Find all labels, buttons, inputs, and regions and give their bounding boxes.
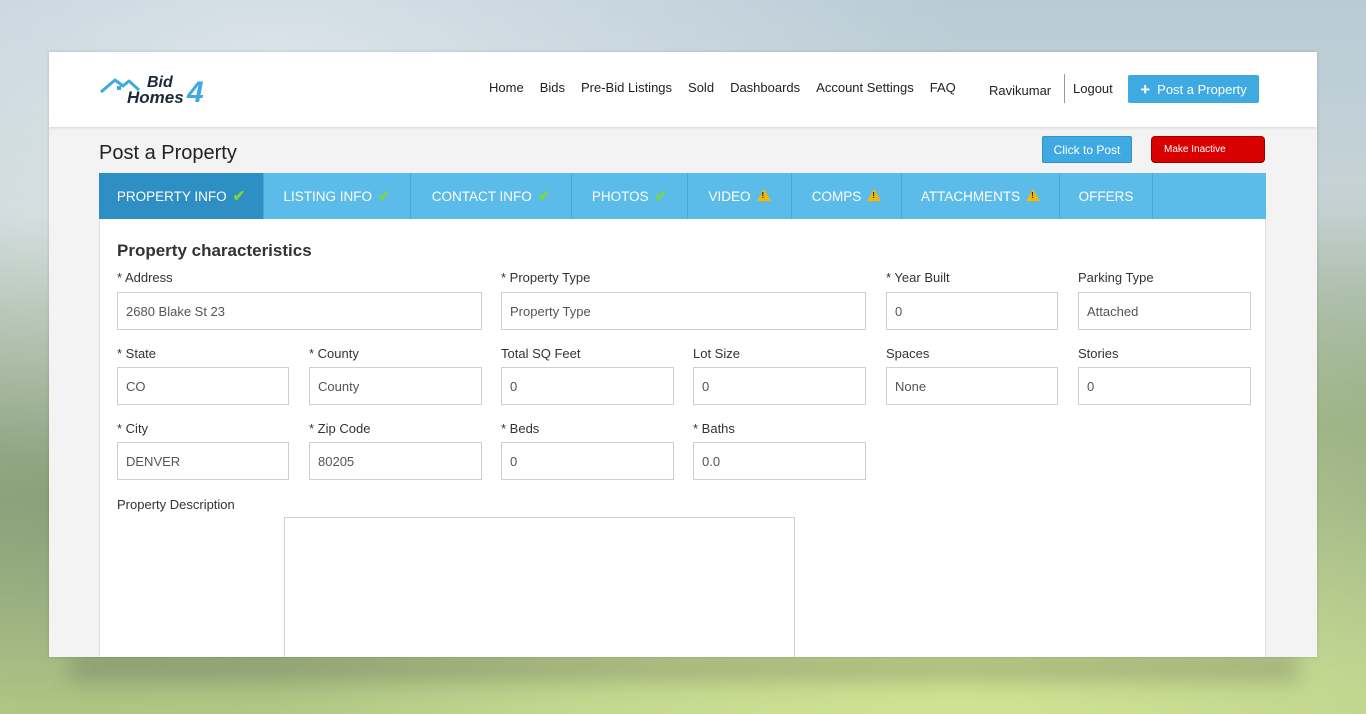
- stories-label: Stories: [1078, 346, 1119, 361]
- username[interactable]: Ravikumar: [989, 83, 1051, 98]
- tab-label: LISTING INFO: [283, 188, 372, 204]
- tab-contact-info[interactable]: CONTACT INFO ✔: [411, 173, 572, 219]
- spaces-label: Spaces: [886, 346, 930, 361]
- logout-link[interactable]: Logout: [1073, 81, 1113, 96]
- parking-type-label: Parking Type: [1078, 270, 1154, 285]
- year-built-label: * Year Built: [886, 270, 950, 285]
- state-label: * State: [117, 346, 157, 361]
- zip-code-label: * Zip Code: [309, 421, 371, 436]
- address-input[interactable]: [117, 292, 482, 330]
- nav-sold[interactable]: Sold: [688, 80, 714, 95]
- county-label: * County: [309, 346, 359, 361]
- tab-label: COMPS: [811, 188, 862, 204]
- zip-code-input[interactable]: [309, 442, 482, 480]
- check-icon: ✔: [654, 188, 668, 205]
- app-window: Bid Homes 4 Home Bids Pre-Bid Listings S…: [49, 52, 1317, 657]
- tab-label: PHOTOS: [591, 188, 649, 204]
- property-tabs: PROPERTY INFO ✔ LISTING INFO ✔ CONTACT I…: [99, 173, 1266, 219]
- tab-comps[interactable]: COMPS: [792, 173, 902, 219]
- tab-listing-info[interactable]: LISTING INFO ✔: [264, 173, 411, 219]
- lot-size-label: Lot Size: [693, 346, 740, 361]
- nav-account-settings[interactable]: Account Settings: [816, 80, 914, 95]
- nav-dashboards[interactable]: Dashboards: [730, 80, 800, 95]
- tab-attachments[interactable]: ATTACHMENTS: [902, 173, 1060, 219]
- city-input[interactable]: [117, 442, 289, 480]
- post-property-label: Post a Property: [1157, 81, 1247, 97]
- tab-offers[interactable]: OFFERS: [1060, 173, 1153, 219]
- city-label: * City: [117, 421, 149, 436]
- beds-input[interactable]: [501, 442, 674, 480]
- beds-label: * Beds: [501, 421, 540, 436]
- warning-icon: [1026, 189, 1041, 201]
- year-built-input[interactable]: [886, 292, 1058, 330]
- page-title: Post a Property: [99, 142, 237, 164]
- section-title: Property characteristics: [117, 241, 312, 260]
- bid4homes-logo[interactable]: Bid Homes 4: [99, 72, 209, 109]
- tab-label: CONTACT INFO: [431, 188, 532, 204]
- warning-icon: [756, 189, 771, 201]
- make-inactive-button[interactable]: Make Inactive: [1151, 136, 1265, 163]
- top-navbar: Bid Homes 4 Home Bids Pre-Bid Listings S…: [49, 52, 1317, 127]
- property-type-label: * Property Type: [501, 270, 591, 285]
- check-icon: ✔: [537, 188, 551, 205]
- tab-property-info[interactable]: PROPERTY INFO ✔: [99, 173, 264, 219]
- tab-photos[interactable]: PHOTOS ✔: [572, 173, 688, 219]
- tab-label: OFFERS: [1078, 188, 1134, 204]
- nav-home[interactable]: Home: [489, 80, 524, 95]
- svg-text:Homes: Homes: [127, 88, 184, 107]
- property-description-label: Property Description: [117, 497, 235, 512]
- spaces-input[interactable]: [886, 367, 1058, 405]
- tab-label: VIDEO: [708, 188, 751, 204]
- nav-pre-bid-listings[interactable]: Pre-Bid Listings: [581, 80, 672, 95]
- tab-video[interactable]: VIDEO: [688, 173, 792, 219]
- stories-input[interactable]: [1078, 367, 1251, 405]
- nav-bids[interactable]: Bids: [540, 80, 565, 95]
- address-label: * Address: [117, 270, 173, 285]
- warning-icon: [867, 189, 882, 201]
- click-to-post-button[interactable]: Click to Post: [1042, 136, 1132, 163]
- check-icon: ✔: [377, 188, 391, 205]
- total-sq-feet-input[interactable]: [501, 367, 674, 405]
- plus-icon: +: [1140, 79, 1151, 99]
- check-icon: ✔: [232, 188, 246, 205]
- lot-size-input[interactable]: [693, 367, 866, 405]
- baths-input[interactable]: [693, 442, 866, 480]
- total-sq-feet-label: Total SQ Feet: [501, 346, 581, 361]
- nav-divider: [1064, 74, 1065, 103]
- parking-type-input[interactable]: [1078, 292, 1251, 330]
- nav-faq[interactable]: FAQ: [930, 80, 956, 95]
- tab-label: ATTACHMENTS: [920, 188, 1021, 204]
- svg-text:4: 4: [186, 76, 204, 108]
- post-property-button[interactable]: + Post a Property: [1128, 75, 1259, 103]
- county-input[interactable]: [309, 367, 482, 405]
- property-info-panel: Property characteristics * Address * Pro…: [99, 219, 1266, 657]
- main-nav: Home Bids Pre-Bid Listings Sold Dashboar…: [489, 80, 972, 95]
- property-type-input[interactable]: [501, 292, 866, 330]
- property-description-textarea[interactable]: [284, 517, 795, 657]
- tab-label: PROPERTY INFO: [116, 188, 227, 204]
- baths-label: * Baths: [693, 421, 735, 436]
- state-input[interactable]: [117, 367, 289, 405]
